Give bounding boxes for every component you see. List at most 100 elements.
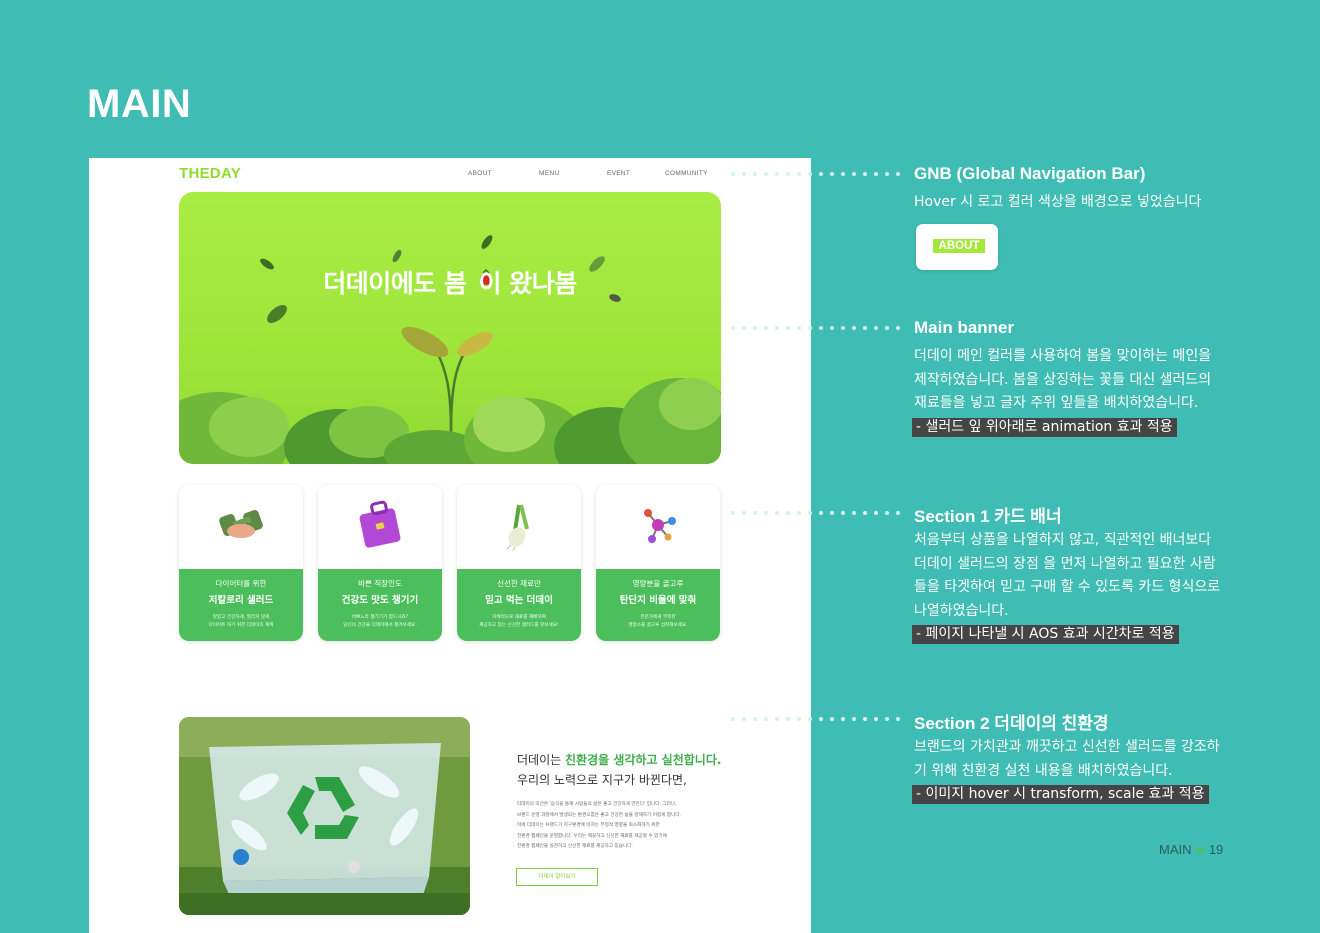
connector-dot xyxy=(764,172,768,176)
card-title: 건강도 맛도 챙기기 xyxy=(341,595,419,606)
connector-dot xyxy=(819,511,823,515)
page-footer: MAIN ❀ 19 xyxy=(1159,842,1223,857)
connector-dot xyxy=(753,717,757,721)
nav-item-menu[interactable]: MENU xyxy=(539,170,559,177)
card-subtitle: 신선한 재료만 xyxy=(497,579,541,588)
connector-dot xyxy=(874,717,878,721)
dotted-connector xyxy=(731,717,901,721)
connector-dot xyxy=(819,326,823,330)
connector-dot xyxy=(896,326,900,330)
feature-card[interactable]: 신선한 재료만 믿고 먹는 더데이 자체적으로 재료를 재배하여 제공하고 있는 … xyxy=(457,485,581,641)
connector-dot xyxy=(786,717,790,721)
card-description: 전문가에게 부족한 영양소를 골고루 섭취해보세요. xyxy=(628,615,688,629)
connector-dot xyxy=(764,717,768,721)
connector-dot xyxy=(764,326,768,330)
connector-dot xyxy=(830,326,834,330)
banner-illustration xyxy=(179,235,721,464)
connector-dot xyxy=(753,511,757,515)
leaf-icon xyxy=(481,235,493,249)
connector-dot xyxy=(863,172,867,176)
banner-headline-part-1: 더데이에도 봄 xyxy=(323,269,467,298)
eco-photo[interactable] xyxy=(179,717,470,915)
dotted-connector xyxy=(731,326,901,330)
leaf-icon xyxy=(392,249,402,263)
banner-headline: 더데이에도 봄 이 왔나봄 xyxy=(179,264,721,300)
nav-item-community[interactable]: COMMUNITY xyxy=(665,170,708,177)
annotation-section1-body: 처음부터 상품을 나열하지 않고, 직관적인 배너보다 더데이 샐러드의 장점 … xyxy=(912,532,1221,644)
dotted-connector xyxy=(731,172,901,176)
annotation-tag: - 페이지 나타낼 시 AOS 효과 시간차로 적용 xyxy=(912,625,1179,644)
card-subtitle: 다이어터를 위한 xyxy=(215,579,267,588)
connector-dot xyxy=(742,511,746,515)
connector-dot xyxy=(841,326,845,330)
card-description: 바쁘느라 챙기기가 힘드시죠? 당신의 건강을 더데이에서 챙겨보세요. xyxy=(343,615,417,629)
feature-card[interactable]: 다이어터를 위한 저칼로리 샐러드 맛있고 건강하게, 질리지 않게 다이어트 하… xyxy=(179,485,303,641)
card-title: 탄단지 비율에 맞춰 xyxy=(619,595,697,606)
connector-dot xyxy=(808,717,812,721)
connector-dot xyxy=(885,172,889,176)
connector-dot xyxy=(896,172,900,176)
global-navigation-bar: THEDAY ABOUT MENU EVENT COMMUNITY xyxy=(89,158,811,190)
connector-dot xyxy=(874,511,878,515)
connector-dot xyxy=(775,511,779,515)
logo[interactable]: THEDAY xyxy=(179,165,241,182)
eco-text-block: 더데이는 친환경을 생각하고 실천합니다. 우리의 노력으로 지구가 바뀐다면,… xyxy=(517,751,727,853)
connector-dot xyxy=(885,326,889,330)
eco-body-text: 더데이의 미션은 '음식을 통해 사람들의 삶은 좋고 건강하게 만든다' 입니… xyxy=(517,802,681,850)
connector-dot xyxy=(819,172,823,176)
connector-dot xyxy=(742,172,746,176)
connector-dot xyxy=(753,172,757,176)
nav-item-about[interactable]: ABOUT xyxy=(468,170,492,177)
connector-dot xyxy=(808,326,812,330)
molecule-icon xyxy=(644,509,676,543)
connector-dot xyxy=(786,511,790,515)
connector-dot xyxy=(852,172,856,176)
annotation-tag: - 이미지 hover 시 transform, scale 효과 적용 xyxy=(912,785,1209,804)
connector-dot xyxy=(731,717,735,721)
connector-dot xyxy=(731,172,735,176)
connector-dot xyxy=(841,511,845,515)
connector-dot xyxy=(885,717,889,721)
connector-dot xyxy=(896,511,900,515)
connector-dot xyxy=(819,717,823,721)
connector-dot xyxy=(786,172,790,176)
annotation-gnb-body: Hover 시 로고 컬러 색상을 배경으로 넣었습니다 xyxy=(914,194,1202,210)
feature-card[interactable]: 바쁜 직장인도 건강도 맛도 챙기기 바쁘느라 챙기기가 힘드시죠? 당신의 건강… xyxy=(318,485,442,641)
connector-dot xyxy=(742,326,746,330)
connector-dot xyxy=(731,511,735,515)
card-subtitle: 바쁜 직장인도 xyxy=(358,579,402,588)
connector-dot xyxy=(775,717,779,721)
connector-dot xyxy=(852,511,856,515)
connector-dot xyxy=(863,717,867,721)
connector-dot xyxy=(786,326,790,330)
card-title: 저칼로리 샐러드 xyxy=(208,595,274,606)
nav-item-event[interactable]: EVENT xyxy=(607,170,630,177)
connector-dot xyxy=(753,326,757,330)
connector-dot xyxy=(797,172,801,176)
learn-more-button[interactable]: 더데이 알아보기 xyxy=(516,868,598,886)
leaf-icon xyxy=(267,305,287,323)
recycle-bin-image xyxy=(179,717,470,915)
page-number: 19 xyxy=(1208,842,1224,857)
connector-dot xyxy=(885,511,889,515)
connector-dot xyxy=(808,172,812,176)
feature-card[interactable]: 영양분을 골고루 탄단지 비율에 맞춰 전문가에게 부족한 영양소를 골고루 섭취… xyxy=(596,485,720,641)
card-subtitle: 영양분을 골고루 xyxy=(632,579,684,588)
banner-headline-part-2: 이 왔나봄 xyxy=(478,269,578,298)
connector-dot xyxy=(775,326,779,330)
eco-subheading: 우리의 노력으로 지구가 바뀐다면, xyxy=(517,773,687,787)
connector-dot xyxy=(863,326,867,330)
connector-dot xyxy=(841,717,845,721)
connector-dot xyxy=(797,511,801,515)
connector-dot xyxy=(841,172,845,176)
connector-dot xyxy=(775,172,779,176)
connector-dot xyxy=(863,511,867,515)
connector-dot xyxy=(830,717,834,721)
eco-heading: 더데이는 친환경을 생각하고 실천합니다. xyxy=(517,753,722,767)
card-description: 맛있고 건강하게, 질리지 않게 다이어트 하기 위한 더데이의 계획 xyxy=(208,615,274,629)
card-title: 믿고 먹는 더데이 xyxy=(485,595,553,606)
connector-dot xyxy=(852,326,856,330)
page-title: MAIN xyxy=(87,82,192,126)
connector-dot xyxy=(731,326,735,330)
main-banner: 더데이에도 봄 이 왔나봄 xyxy=(179,192,721,464)
